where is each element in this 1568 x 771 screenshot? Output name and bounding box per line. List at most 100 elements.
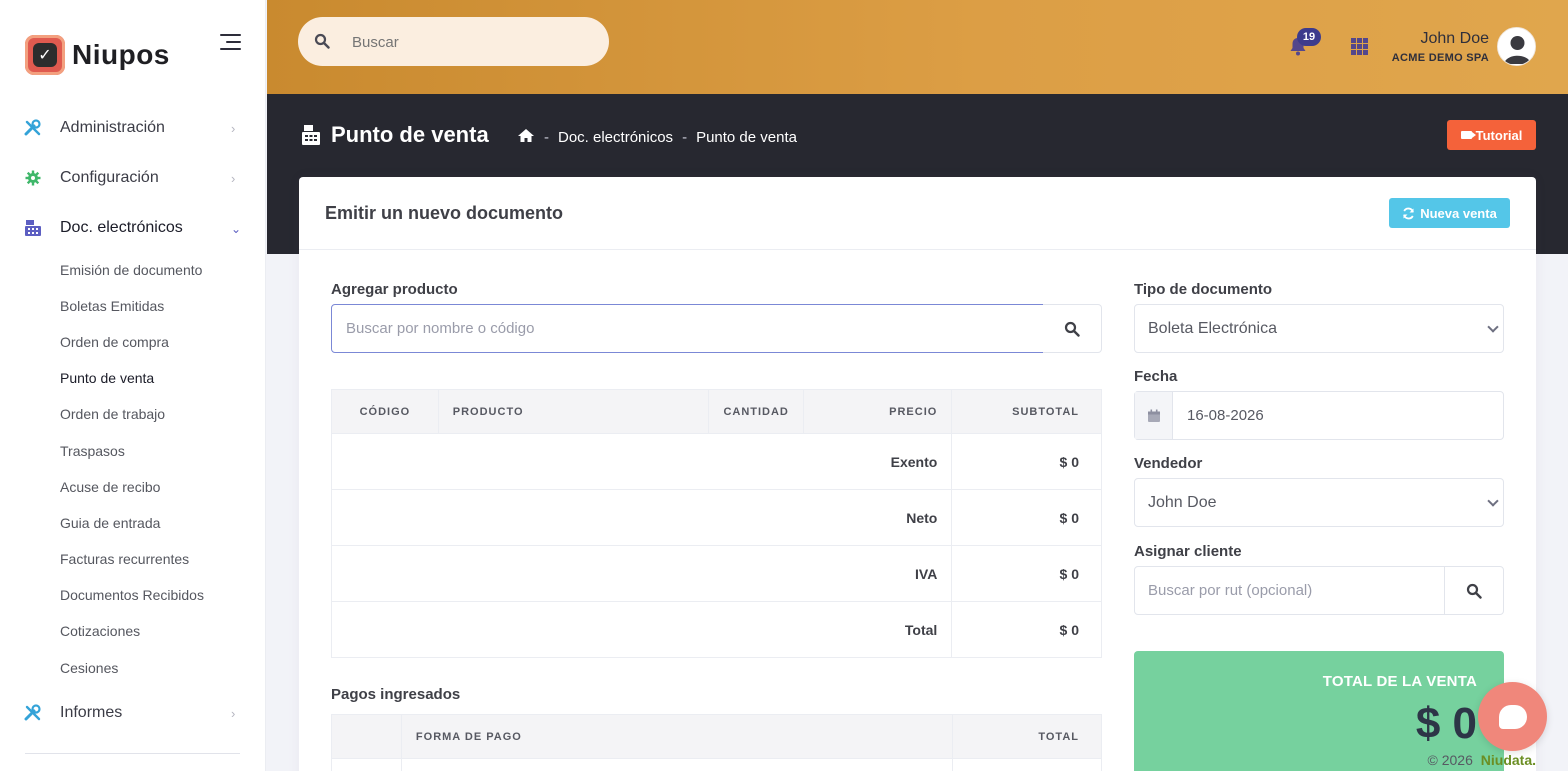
column-header-codigo: CÓDIGO [331,389,439,434]
summary-row-exento: Exento $ 0 [330,433,1102,490]
user-company: ACME DEMO SPA [1391,52,1489,64]
refresh-icon [1402,207,1415,220]
footer-brand-link[interactable]: Niudata. [1481,752,1536,768]
sale-total-value: $ 0 [1415,699,1477,748]
client-search-button[interactable] [1444,566,1504,615]
seller-select[interactable]: John Doe [1134,478,1504,527]
seller-value: John Doe [1148,493,1217,511]
sidebar-item-label: Doc. electrónicos [60,219,183,236]
chevron-right-icon: › [231,170,236,186]
product-search-input[interactable] [331,304,1044,353]
search-icon [1466,583,1482,599]
apps-grid-icon[interactable] [1351,38,1368,55]
menu-toggle-icon[interactable] [220,34,241,50]
payment-row [331,758,1102,771]
summary-label: IVA [330,545,953,602]
home-icon[interactable] [517,128,535,147]
chat-icon [1498,704,1527,729]
submenu-item-cotizaciones[interactable]: Cotizaciones [60,623,140,639]
column-header-actions [331,714,402,759]
brand-logo[interactable]: ✓ Niupos [25,35,170,75]
tutorial-button[interactable]: Tutorial [1447,120,1536,150]
new-sale-button[interactable]: Nueva venta [1389,198,1510,228]
product-search-button[interactable] [1043,304,1102,353]
submenu-item-punto-venta[interactable]: Punto de venta [60,370,154,386]
add-product-label: Agregar producto [331,281,458,298]
chevron-right-icon: › [231,705,236,721]
brand-name: Niupos [72,39,170,70]
cash-register-icon [24,219,42,237]
submenu-item-traspasos[interactable]: Traspasos [60,443,125,459]
chevron-down-icon [1487,495,1499,507]
payments-title: Pagos ingresados [331,686,461,703]
topbar: 19 John Doe ACME DEMO SPA [267,0,1568,94]
cash-register-icon [301,124,321,151]
doc-type-label: Tipo de documento [1134,281,1273,298]
submenu-item-acuse-recibo[interactable]: Acuse de recibo [60,479,160,495]
submenu-item-emision-documento[interactable]: Emisión de documento [60,262,202,278]
new-document-card: Emitir un nuevo documento Nueva venta Ag… [299,177,1536,771]
sale-total-label: TOTAL DE LA VENTA [1322,673,1477,690]
global-search[interactable] [298,17,609,66]
breadcrumb: - Doc. electrónicos - Punto de venta [517,128,797,147]
submenu-item-boletas-emitidas[interactable]: Boletas Emitidas [60,298,164,314]
video-camera-icon [1460,131,1476,139]
sidebar-item-doc-electronicos[interactable]: Doc. electrónicos ⌄ [0,208,266,248]
breadcrumb-separator: - [682,129,688,146]
doc-type-value: Boleta Electrónica [1148,319,1277,337]
date-value: 16-08-2026 [1187,407,1264,424]
sidebar-item-label: Informes [60,704,123,721]
summary-row-neto: Neto $ 0 [330,489,1102,546]
doc-type-select[interactable]: Boleta Electrónica [1134,304,1504,353]
tools-icon [24,704,42,722]
submenu-item-guia-entrada[interactable]: Guia de entrada [60,515,160,531]
user-name[interactable]: John Doe [1421,30,1490,48]
search-icon [314,33,330,54]
sidebar-item-label: Administración [60,119,165,136]
sidebar-item-configuracion[interactable]: Configuración › [0,158,266,198]
summary-value: $ 0 [951,601,1102,658]
submenu-item-documentos-recibidos[interactable]: Documentos Recibidos [60,587,204,603]
date-label: Fecha [1134,368,1178,385]
summary-value: $ 0 [951,433,1102,490]
chevron-right-icon: › [231,120,236,136]
sidebar-item-label: Configuración [60,169,159,186]
sidebar: ✓ Niupos Administración › Configuración … [0,0,266,771]
new-sale-label: Nueva venta [1420,205,1497,221]
column-header-subtotal: SUBTOTAL [951,389,1102,434]
avatar[interactable] [1497,27,1536,66]
search-icon [1064,321,1080,337]
products-table: CÓDIGO PRODUCTO CANTIDAD PRECIO SUBTOTAL… [330,389,1102,658]
column-header-precio: PRECIO [802,389,953,434]
date-field[interactable]: 16-08-2026 [1134,391,1504,440]
breadcrumb-doc-electronicos[interactable]: Doc. electrónicos [558,129,673,146]
submenu-item-orden-compra[interactable]: Orden de compra [60,334,169,350]
seller-label: Vendedor [1134,455,1203,472]
summary-value: $ 0 [951,545,1102,602]
page-title: Punto de venta [331,122,489,147]
submenu-item-cesiones[interactable]: Cesiones [60,660,118,676]
tools-icon [24,119,42,137]
sidebar-divider [25,753,240,754]
column-header-total: TOTAL [952,714,1102,759]
logo-check-icon: ✓ [25,35,65,75]
summary-label: Total [330,601,953,658]
summary-row-iva: IVA $ 0 [330,545,1102,602]
breadcrumb-punto-venta[interactable]: Punto de venta [696,129,797,146]
breadcrumb-separator: - [544,129,549,146]
client-search-input[interactable] [1134,566,1445,615]
column-header-forma-pago: FORMA DE PAGO [400,714,954,759]
payments-table: FORMA DE PAGO TOTAL [331,714,1102,771]
column-header-producto: PRODUCTO [437,389,710,434]
sidebar-item-informes[interactable]: Informes › [0,693,266,733]
chat-button[interactable] [1478,682,1547,751]
submenu-item-orden-trabajo[interactable]: Orden de trabajo [60,406,165,422]
chevron-down-icon: ⌄ [231,222,242,236]
summary-label: Neto [330,489,953,546]
submenu-item-facturas-recurrentes[interactable]: Facturas recurrentes [60,551,189,567]
notification-badge: 19 [1297,28,1321,46]
sidebar-item-administracion[interactable]: Administración › [0,108,266,148]
global-search-input[interactable] [352,29,592,55]
column-header-cantidad: CANTIDAD [708,389,804,434]
gear-icon [24,169,42,187]
